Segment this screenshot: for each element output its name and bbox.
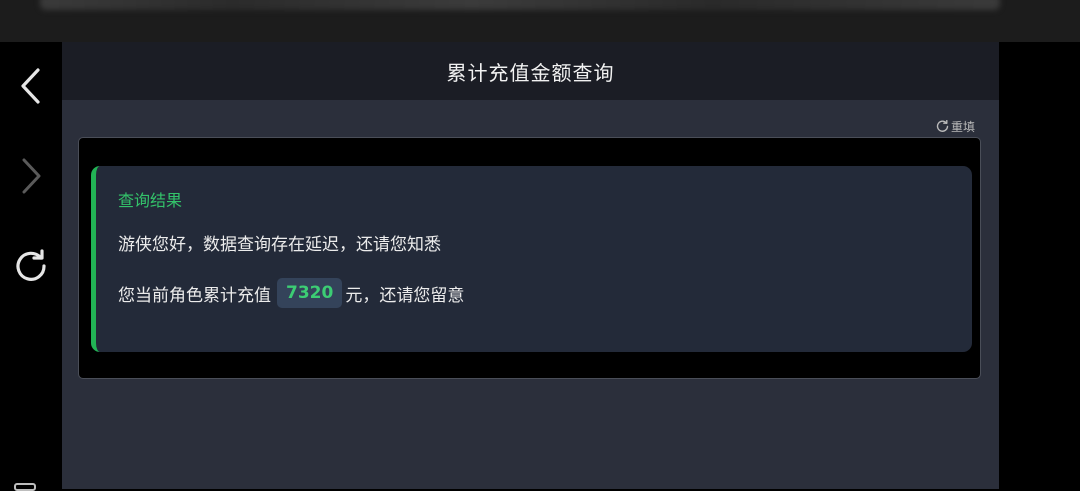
page-title: 累计充值金额查询 bbox=[446, 60, 615, 85]
result-amount-line: 您当前角色累计充值 7320 元，还请您留意 bbox=[118, 277, 464, 309]
reset-label: 重填 bbox=[951, 119, 976, 134]
recharge-amount: 7320 bbox=[277, 278, 343, 308]
reset-button[interactable]: 重填 bbox=[936, 118, 975, 134]
panel-header: 累计充值金额查询 bbox=[62, 42, 999, 100]
chevron-left-icon bbox=[21, 68, 40, 104]
blurred-status-content bbox=[40, 0, 1000, 10]
result-card: 查询结果 游侠您好，数据查询存在延迟，还请您知悉 您当前角色累计充值 7320 … bbox=[91, 166, 972, 352]
forward-button[interactable] bbox=[10, 155, 52, 197]
query-panel: 累计充值金额查询 重填 查询结果 游侠您好，数据查询存在延迟，还请您知悉 您当前… bbox=[62, 42, 999, 489]
back-button[interactable] bbox=[10, 65, 52, 107]
refresh-icon bbox=[16, 249, 46, 281]
status-bar bbox=[0, 0, 1080, 42]
refresh-button[interactable] bbox=[10, 245, 52, 287]
result-heading: 查询结果 bbox=[118, 191, 183, 210]
result-greeting: 游侠您好，数据查询存在延迟，还请您知悉 bbox=[118, 235, 441, 255]
amount-prefix: 您当前角色累计充值 bbox=[118, 285, 271, 306]
refresh-icon bbox=[936, 119, 949, 132]
partial-icon bbox=[14, 483, 36, 491]
browser-nav-rail bbox=[0, 42, 62, 489]
chevron-right-icon bbox=[22, 158, 41, 194]
amount-suffix: 元，还请您留意 bbox=[345, 285, 465, 306]
right-margin bbox=[999, 42, 1080, 489]
result-container: 查询结果 游侠您好，数据查询存在延迟，还请您知悉 您当前角色累计充值 7320 … bbox=[78, 137, 981, 379]
